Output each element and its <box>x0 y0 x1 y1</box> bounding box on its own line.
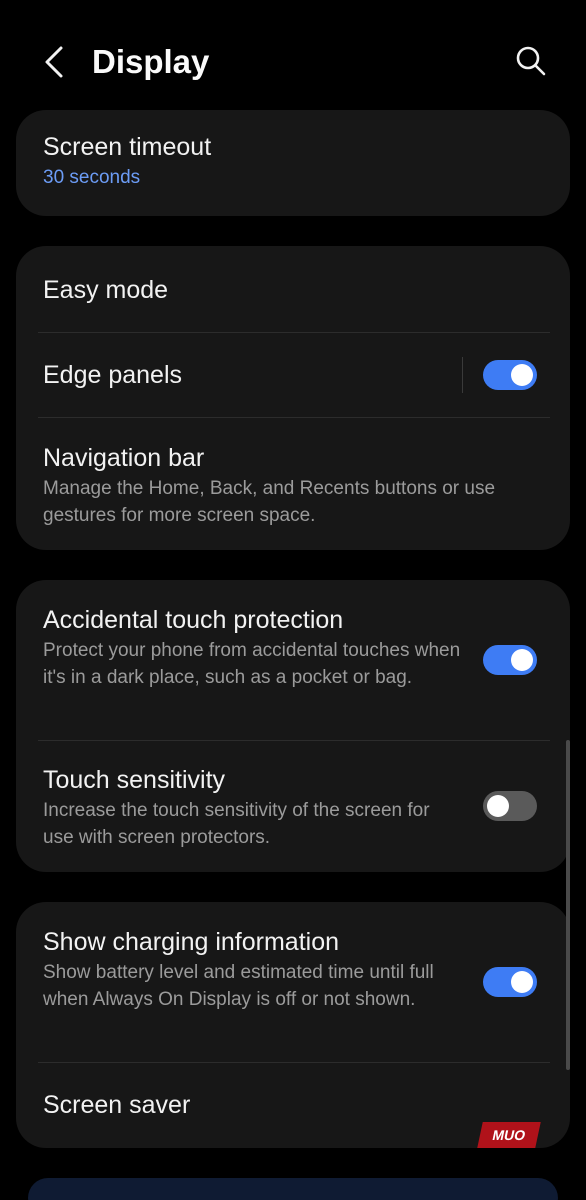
screen-saver-title: Screen saver <box>43 1091 191 1119</box>
accidental-touch-toggle[interactable] <box>483 645 537 675</box>
app-header: Display <box>0 0 586 120</box>
touch-sensitivity-toggle[interactable] <box>483 791 537 821</box>
screen-timeout-value: 30 seconds <box>43 167 141 188</box>
touch-settings-card: Accidental touch protection Protect your… <box>16 580 570 872</box>
touch-sensitivity-row[interactable]: Touch sensitivity Increase the touch sen… <box>16 740 570 872</box>
charging-settings-card: Show charging information Show battery l… <box>16 902 570 1148</box>
toggle-knob <box>511 364 533 386</box>
touch-sensitivity-description: Increase the touch sensitivity of the sc… <box>43 800 430 848</box>
screen-timeout-card: Screen timeout 30 seconds <box>16 110 570 216</box>
charging-info-title: Show charging information <box>43 928 339 956</box>
charging-info-description: Show battery level and estimated time un… <box>43 962 434 1010</box>
navigation-bar-title: Navigation bar <box>43 444 205 472</box>
navigation-bar-row[interactable]: Navigation bar Manage the Home, Back, an… <box>16 418 570 550</box>
page-title: Display <box>92 43 210 80</box>
toggle-knob <box>511 649 533 671</box>
easy-mode-row[interactable]: Easy mode <box>16 246 570 332</box>
watermark-logo: MUO <box>477 1122 541 1148</box>
edge-panels-title: Edge panels <box>43 361 183 389</box>
accidental-touch-description: Protect your phone from accidental touch… <box>43 640 461 688</box>
back-button[interactable] <box>34 38 74 86</box>
toggle-knob <box>487 795 509 817</box>
charging-info-toggle[interactable] <box>483 967 537 997</box>
charging-info-row[interactable]: Show charging information Show battery l… <box>16 902 570 1062</box>
navigation-bar-description: Manage the Home, Back, and Recents butto… <box>43 478 496 526</box>
touch-sensitivity-title: Touch sensitivity <box>43 766 226 794</box>
toggle-knob <box>511 971 533 993</box>
next-card-peek <box>28 1178 558 1200</box>
accidental-touch-row[interactable]: Accidental touch protection Protect your… <box>16 580 570 740</box>
layout-settings-card: Easy mode Edge panels Navigation bar Man… <box>16 246 570 550</box>
screen-timeout-title: Screen timeout <box>43 133 212 161</box>
search-button[interactable] <box>508 38 554 84</box>
search-icon <box>516 46 546 76</box>
scrollbar[interactable] <box>566 740 570 1070</box>
toggle-separator <box>462 357 463 393</box>
edge-panels-toggle[interactable] <box>483 360 537 390</box>
back-arrow-icon <box>45 46 63 78</box>
easy-mode-title: Easy mode <box>43 276 169 304</box>
edge-panels-row[interactable]: Edge panels <box>16 332 570 418</box>
accidental-touch-title: Accidental touch protection <box>43 606 344 634</box>
screen-timeout-row[interactable]: Screen timeout 30 seconds <box>16 110 570 216</box>
